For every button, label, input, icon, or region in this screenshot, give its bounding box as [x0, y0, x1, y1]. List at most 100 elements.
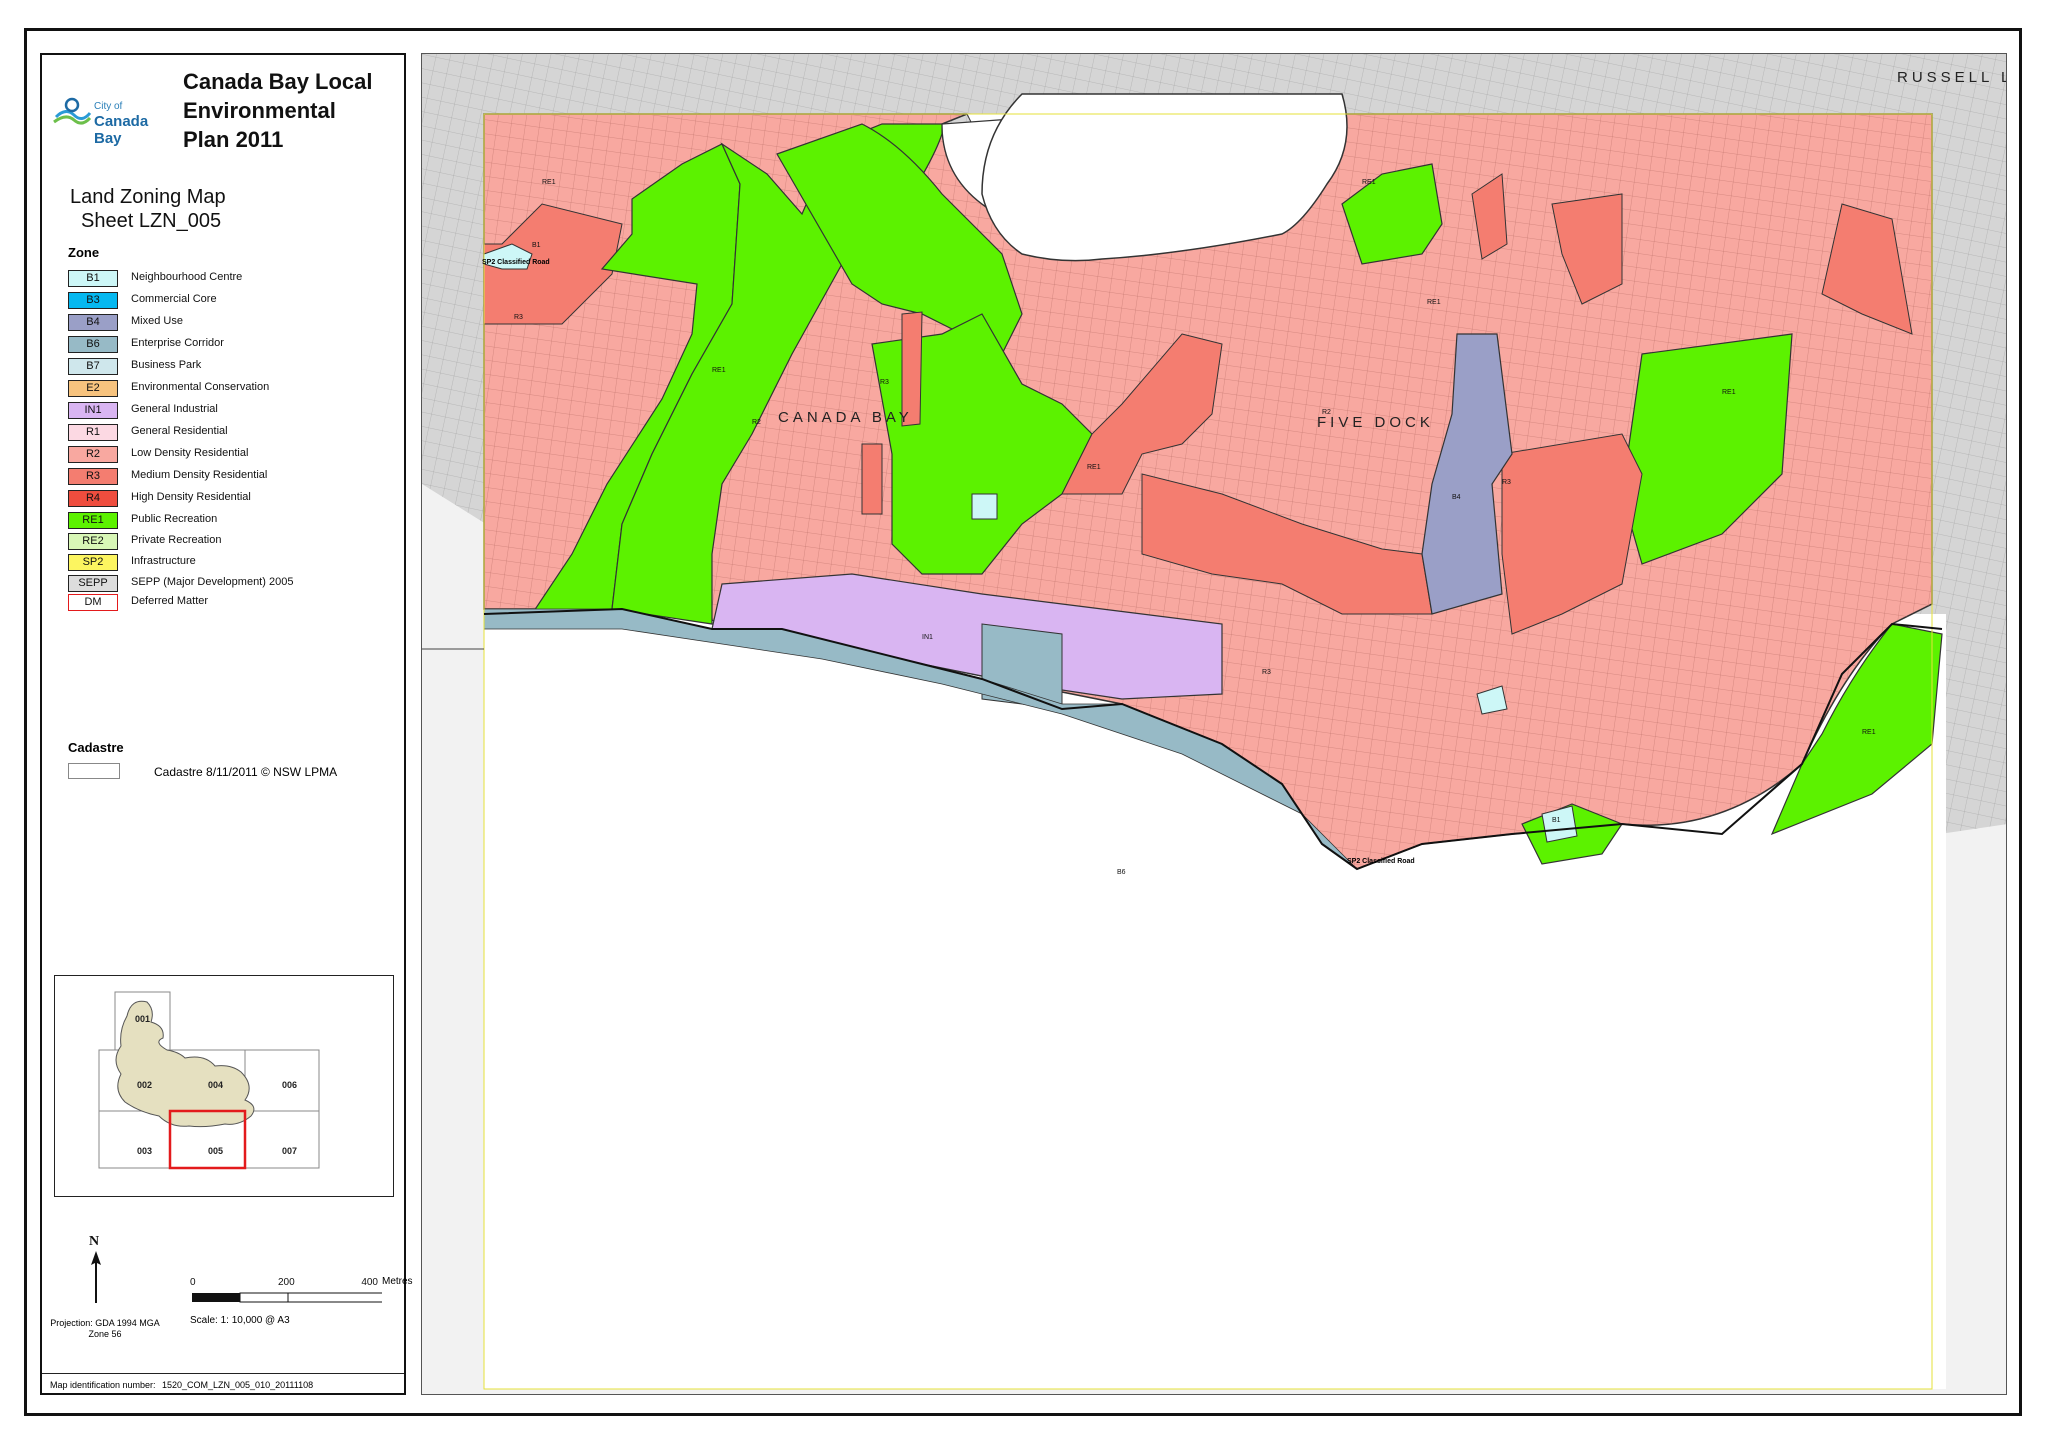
- legend-row: R1 General Residential: [68, 424, 368, 444]
- legend-row: B4 Mixed Use: [68, 314, 368, 334]
- inset-sheet-label: 006: [282, 1080, 297, 1090]
- inset-sheet-label: 007: [282, 1146, 297, 1156]
- legend-row: B3 Commercial Core: [68, 292, 368, 312]
- plan-title-line: Canada Bay Local: [183, 69, 373, 94]
- legend-swatch: B3: [68, 292, 118, 309]
- road-label: SP2 Classified Road: [482, 259, 550, 266]
- logo-line-1: City of: [94, 101, 123, 112]
- legend-label: Mixed Use: [131, 315, 183, 327]
- inset-sheet-label: 005: [208, 1146, 223, 1156]
- legend-swatch: IN1: [68, 402, 118, 419]
- inset-sheet-label: 003: [137, 1146, 152, 1156]
- zone-label: RE1: [1862, 729, 1876, 736]
- plan-title: Canada Bay Local Environmental Plan 2011: [183, 67, 403, 154]
- projection-note: Projection: GDA 1994 MGA Zone 56: [50, 1318, 160, 1339]
- legend-swatch: R1: [68, 424, 118, 441]
- legend-row: E2 Environmental Conservation: [68, 380, 368, 400]
- legend-swatch: RE1: [68, 512, 118, 529]
- legend-label: Environmental Conservation: [131, 381, 270, 393]
- legend-row: R3 Medium Density Residential: [68, 468, 368, 488]
- legend-label: Medium Density Residential: [131, 469, 268, 481]
- legend-swatch: DM: [68, 594, 118, 611]
- legend-label: Enterprise Corridor: [131, 337, 224, 349]
- zone-label: RE1: [1087, 464, 1101, 471]
- council-logo: City of Canada Bay: [52, 95, 172, 147]
- road-label: SP2 Classified Road: [1347, 858, 1415, 865]
- legend-swatch: R3: [68, 468, 118, 485]
- sheet-number: Sheet LZN_005: [81, 210, 222, 232]
- scale-tick-label: 0: [190, 1277, 196, 1288]
- zone-label: RE1: [1362, 179, 1376, 186]
- legend-label: Infrastructure: [131, 555, 196, 567]
- legend-swatch: RE2: [68, 533, 118, 550]
- cadastre-heading: Cadastre: [68, 740, 124, 755]
- legend-swatch: R2: [68, 446, 118, 463]
- scale-unit: Metres: [382, 1276, 413, 1287]
- zone-label: B6: [1117, 869, 1126, 876]
- north-arrow: N: [84, 1233, 108, 1313]
- legend-row: DM Deferred Matter: [68, 594, 368, 614]
- legend-row: B6 Enterprise Corridor: [68, 336, 368, 356]
- legend-label: High Density Residential: [131, 491, 251, 503]
- logo-line-2: Canada Bay: [94, 113, 149, 147]
- zone-label: RE1: [712, 367, 726, 374]
- legend-row: SEPP SEPP (Major Development) 2005: [68, 575, 368, 595]
- zone-label: R3: [1262, 669, 1271, 676]
- legend-swatch: B6: [68, 336, 118, 353]
- zone-label: RE1: [1722, 389, 1736, 396]
- scale-tick-label: 200: [278, 1277, 295, 1288]
- zone-label: R3: [514, 314, 523, 321]
- map-id-bar: Map identification number: 1520_COM_LZN_…: [42, 1373, 404, 1396]
- cadastre-swatch: [68, 763, 120, 779]
- zone-label: IN1: [922, 634, 933, 641]
- legend-label: Commercial Core: [131, 293, 217, 305]
- legend-swatch: B1: [68, 270, 118, 287]
- zone-label: R2: [752, 419, 761, 426]
- legend-row: SP2 Infrastructure: [68, 554, 368, 574]
- plan-title-line: Environmental: [183, 98, 336, 123]
- zone-label: RE1: [542, 179, 556, 186]
- legend-label: Public Recreation: [131, 513, 218, 525]
- legend-row: RE2 Private Recreation: [68, 533, 368, 553]
- legend-swatch: SP2: [68, 554, 118, 571]
- map-type: Land Zoning Map: [70, 186, 226, 208]
- legend-label: Neighbourhood Centre: [131, 271, 243, 283]
- zone-heading: Zone: [68, 245, 100, 260]
- zone-label: RE1: [1427, 299, 1441, 306]
- legend-label: General Residential: [131, 425, 228, 437]
- place-label-text: CANADA BAY: [778, 409, 913, 426]
- zone-label: B1: [1552, 817, 1561, 824]
- legend-label: General Industrial: [131, 403, 218, 415]
- legend-label: Business Park: [131, 359, 202, 371]
- inset-key-map: 001 002 003 004 005 006 007: [54, 975, 394, 1197]
- map-id-label: Map identification number:: [50, 1380, 156, 1390]
- zoning-map: RE1 RE1 RE1 RE1 RE1 RE1 RE1 R3 R3 R3 R3 B4 B6 IN1 B1 B1…: [421, 53, 2007, 1395]
- legend-label: SEPP (Major Development) 2005: [131, 576, 294, 588]
- zone-label: R3: [1502, 479, 1511, 486]
- zone-label: B1: [532, 242, 541, 249]
- legend-swatch: E2: [68, 380, 118, 397]
- legend-label: Low Density Residential: [131, 447, 249, 459]
- place-label-text: FIVE DOCK: [1317, 414, 1434, 431]
- map-subtitle: Land Zoning Map Sheet LZN_005: [70, 185, 226, 233]
- zone-label: R3: [880, 379, 889, 386]
- north-arrow-icon: N: [89, 1234, 101, 1303]
- legend-row: RE1 Public Recreation: [68, 512, 368, 532]
- legend-swatch: B7: [68, 358, 118, 375]
- logo-icon: [53, 97, 92, 125]
- scale-tick-label: 400: [361, 1277, 378, 1288]
- plan-title-line: Plan 2011: [183, 127, 284, 152]
- legend-row: B1 Neighbourhood Centre: [68, 270, 368, 290]
- place-label-text: RUSSELL L: [1897, 69, 2007, 86]
- legend-swatch: SEPP: [68, 575, 118, 592]
- legend-label: Deferred Matter: [131, 595, 209, 607]
- inset-sheet-label: 001: [135, 1014, 150, 1024]
- legend-label: Private Recreation: [131, 534, 222, 546]
- map-id-value: 1520_COM_LZN_005_010_20111108: [162, 1380, 314, 1390]
- zone-label: B4: [1452, 494, 1461, 501]
- legend-row: R2 Low Density Residential: [68, 446, 368, 466]
- inset-sheet-label: 004: [208, 1080, 223, 1090]
- legend-row: B7 Business Park: [68, 358, 368, 378]
- inset-map-graphic: 001 002 003 004 005 006 007: [98, 991, 320, 1170]
- cadastre-label: Cadastre 8/11/2011 © NSW LPMA: [154, 765, 338, 779]
